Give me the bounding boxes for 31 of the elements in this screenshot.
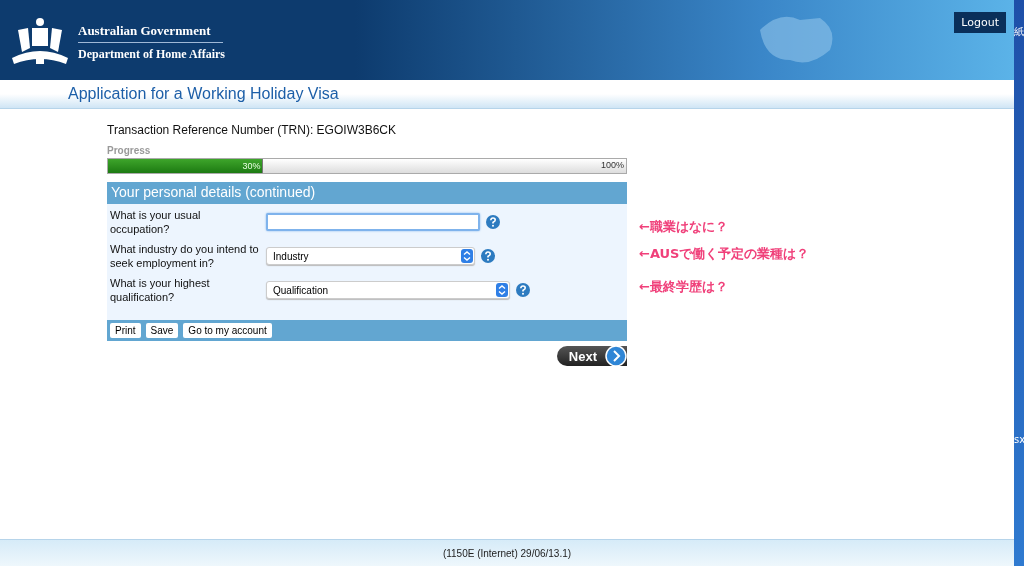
chevron-right-icon[interactable] [605,345,627,367]
question-label: What is your highest qualification? [109,276,211,304]
help-icon[interactable] [481,249,495,263]
desktop-label: sx [1014,434,1024,446]
question-label: What is your usual occupation? [109,208,202,236]
occupation-field[interactable] [266,213,480,231]
dropdown[interactable]: Industry [266,247,475,265]
page-title: Application for a Working Holiday Visa [68,85,339,103]
reference-number: Transaction Reference Number (TRN): EGOIW3B6CK [107,123,397,137]
dropdown[interactable]: Qualification [266,281,510,299]
help-icon[interactable] [486,215,500,229]
desktop-label: 紙 [1014,26,1024,38]
form-button[interactable]: Print [110,323,141,338]
question-label: What industry do you intend to seek employment in? [109,242,260,270]
stepper-arrows-icon[interactable] [496,283,508,297]
form-button[interactable]: Go to my account [183,323,272,338]
progress-end: 100% [600,160,624,170]
version-text: (1150E (Internet) 29/06/13.1) [442,547,572,559]
form-button[interactable]: Save [145,323,179,338]
progress-label: Progress [107,145,152,156]
annotation-text: ←職業はなに？ [639,218,729,236]
help-icon[interactable] [516,283,530,297]
logout-button[interactable]: Logout [954,12,1006,33]
next-button[interactable]: Next [556,346,627,366]
annotation-text: ←最終学歴は？ [639,278,729,296]
department-name: Department of Home Affairs [78,45,225,62]
stepper-arrows-icon[interactable] [461,249,473,263]
section-header: Your personal details (continued) [107,182,627,204]
annotation-text: ←AUSで働く予定の業種は？ [639,245,810,263]
progress-reading: 30% [242,161,261,171]
government-name: Australian Government [78,22,223,43]
